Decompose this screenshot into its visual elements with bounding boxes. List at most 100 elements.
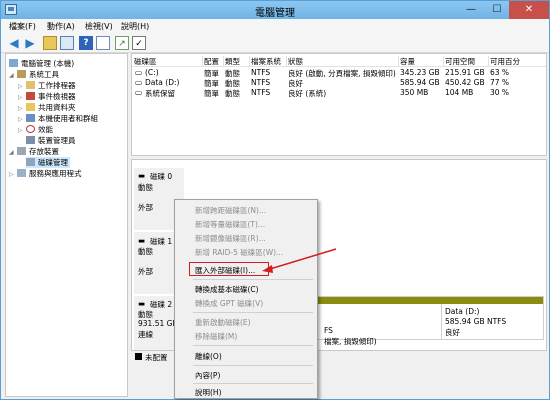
- maximize-button[interactable]: ☐: [485, 1, 509, 19]
- expand-arrow-icon[interactable]: ▷: [18, 127, 26, 134]
- expand-arrow-icon[interactable]: ▷: [18, 83, 26, 90]
- disk-2-status: 連線: [138, 330, 153, 339]
- menu-action[interactable]: 動作(A): [47, 21, 75, 32]
- menu-new-striped-volume: 新增等量磁碟區(T)...: [195, 220, 266, 229]
- export-icon[interactable]: ↗: [115, 36, 129, 50]
- disk-0-type: 動態: [138, 183, 153, 192]
- back-arrow-icon[interactable]: ◀: [7, 36, 21, 50]
- expand-arrow-icon[interactable]: ▷: [18, 94, 26, 101]
- disk-1-type: 動態: [138, 247, 153, 256]
- tree-local-users[interactable]: ▷ 本機使用者和群組: [18, 113, 98, 124]
- menu-offline[interactable]: 離線(O): [195, 351, 222, 362]
- collapse-arrow-icon[interactable]: ◢: [9, 72, 17, 79]
- tree-system-tools[interactable]: ◢ 系統工具: [9, 69, 59, 80]
- volume-icon: ▭: [135, 68, 143, 77]
- partition-d-status: 良好: [445, 328, 460, 337]
- cell-free-space: 450.42 GB: [445, 78, 485, 87]
- tree-storage[interactable]: ◢ 存放裝置: [9, 146, 59, 157]
- disk-icon: ▬: [138, 171, 146, 180]
- col-volume[interactable]: 磁碟區: [132, 56, 203, 66]
- table-row[interactable]: ▭ Data (D:) 簡單 動態 NTFS 良好 585.94 GB 450.…: [132, 78, 546, 88]
- expand-arrow-icon[interactable]: ▷: [18, 105, 26, 112]
- expand-arrow-icon[interactable]: ▷: [9, 171, 17, 178]
- tree-services[interactable]: ▷ 服務與應用程式: [9, 168, 82, 179]
- services-icon: [17, 169, 26, 177]
- menu-view[interactable]: 檢視(V): [85, 21, 113, 32]
- menu-import-foreign-disks[interactable]: 匯入外部磁碟(I)...: [195, 265, 255, 276]
- cell-volume: 系統保留: [145, 89, 175, 98]
- menu-separator: [193, 312, 313, 313]
- cell-type: 動態: [225, 89, 240, 98]
- tree-root[interactable]: 電腦管理 (本機): [9, 58, 74, 69]
- tree-event-viewer[interactable]: ▷ 事件檢視器: [18, 91, 76, 102]
- partition-d[interactable]: Data (D:) 585.94 GB NTFS 良好: [441, 304, 543, 339]
- minimize-button[interactable]: —: [459, 1, 483, 19]
- tree-shared-folders[interactable]: ▷ 共用資料夾: [18, 102, 76, 113]
- disk-1-name: 磁碟 1: [150, 237, 173, 246]
- menu-separator: [193, 345, 313, 346]
- disk-2-size: 931.51 GB: [138, 319, 178, 328]
- device-manager-icon: [26, 136, 35, 144]
- expand-arrow-icon[interactable]: ▷: [18, 116, 26, 123]
- cell-filesystem: NTFS: [251, 68, 271, 77]
- partition-d-size: 585.94 GB NTFS: [445, 317, 507, 326]
- tree-disk-management[interactable]: 磁碟管理: [26, 157, 70, 168]
- menu-reactivate-disk: 重新啟動磁碟(E): [195, 318, 251, 327]
- table-row[interactable]: ▭ (C:) 簡單 動態 NTFS 良好 (啟動, 分頁檔案, 損毀傾印) 34…: [132, 68, 546, 78]
- menu-file[interactable]: 檔案(F): [9, 21, 36, 32]
- menu-help[interactable]: 說明(H): [121, 21, 149, 32]
- menu-convert-to-basic[interactable]: 轉換成基本磁碟(C): [195, 284, 259, 295]
- menu-bar: 檔案(F) 動作(A) 檢視(V) 說明(H): [1, 19, 549, 34]
- menu-help-item[interactable]: 說明(H): [195, 387, 222, 398]
- navigation-tree: 電腦管理 (本機) ◢ 系統工具 ▷ 工作排程器 ▷ 事件檢視器 ▷ 共用資料夾 ▷ 本機…: [5, 53, 128, 397]
- cell-filesystem: NTFS: [251, 78, 271, 87]
- cell-filesystem: NTFS: [251, 88, 271, 97]
- menu-new-spanned-volume: 新增跨距磁碟區(N)...: [195, 206, 267, 215]
- col-status[interactable]: 狀態: [286, 56, 399, 66]
- volume-icon: ▭: [135, 88, 143, 97]
- settings-icon[interactable]: ✓: [132, 36, 146, 50]
- disk-2-name: 磁碟 2: [150, 300, 173, 309]
- close-button[interactable]: ✕: [509, 1, 549, 19]
- properties-icon[interactable]: [96, 36, 110, 50]
- forward-arrow-icon[interactable]: ▶: [23, 36, 37, 50]
- partition-c-fs: FS: [324, 326, 333, 335]
- col-capacity[interactable]: 容量: [398, 56, 444, 66]
- cell-percent-free: 30 %: [490, 88, 510, 97]
- collapse-arrow-icon[interactable]: ◢: [9, 149, 17, 156]
- show-hide-tree-icon[interactable]: [60, 36, 74, 50]
- legend-unallocated: 未配置: [145, 353, 168, 362]
- tree-device-manager[interactable]: 裝置管理員: [26, 135, 76, 146]
- tree-local-users-label: 本機使用者和群組: [38, 114, 98, 123]
- tree-services-label: 服務與應用程式: [29, 169, 82, 178]
- storage-icon: [17, 147, 26, 155]
- context-menu: 新增跨距磁碟區(N)... 新增等量磁碟區(T)... 新增鏡像磁碟區(R)..…: [174, 199, 318, 399]
- disk-icon: ▬: [138, 236, 146, 245]
- up-folder-icon[interactable]: [43, 36, 57, 50]
- cell-capacity: 585.94 GB: [400, 78, 440, 87]
- tools-icon: [17, 70, 26, 78]
- tree-device-manager-label: 裝置管理員: [38, 136, 76, 145]
- col-type[interactable]: 類型: [223, 56, 250, 66]
- volume-list-header: 磁碟區 配置 類型 檔案系統 狀態 容量 可用空間 可用百分: [132, 54, 546, 67]
- table-row[interactable]: ▭ 系統保留 簡單 動態 NTFS 良好 (系統) 350 MB 104 MB …: [132, 88, 546, 98]
- col-percent-free[interactable]: 可用百分: [488, 56, 546, 66]
- partition-c[interactable]: FS 檔案, 損毀傾印): [321, 304, 441, 346]
- tree-performance[interactable]: ▷ 效能: [18, 124, 53, 135]
- folder-icon: [26, 103, 35, 111]
- help-icon[interactable]: ?: [79, 36, 93, 50]
- col-layout[interactable]: 配置: [202, 56, 224, 66]
- col-filesystem[interactable]: 檔案系統: [249, 56, 287, 66]
- menu-separator: [193, 383, 313, 384]
- tree-shared-folders-label: 共用資料夾: [38, 103, 76, 112]
- performance-icon: [26, 125, 35, 133]
- col-free-space[interactable]: 可用空間: [443, 56, 489, 66]
- users-icon: [26, 114, 35, 122]
- disk-1-state: 外部: [138, 267, 153, 276]
- cell-free-space: 104 MB: [445, 88, 474, 97]
- tree-task-scheduler[interactable]: ▷ 工作排程器: [18, 80, 76, 91]
- menu-properties[interactable]: 內容(P): [195, 370, 220, 381]
- tree-event-viewer-label: 事件檢視器: [38, 92, 76, 101]
- disk-0-state: 外部: [138, 203, 153, 212]
- cell-volume: Data (D:): [145, 78, 180, 87]
